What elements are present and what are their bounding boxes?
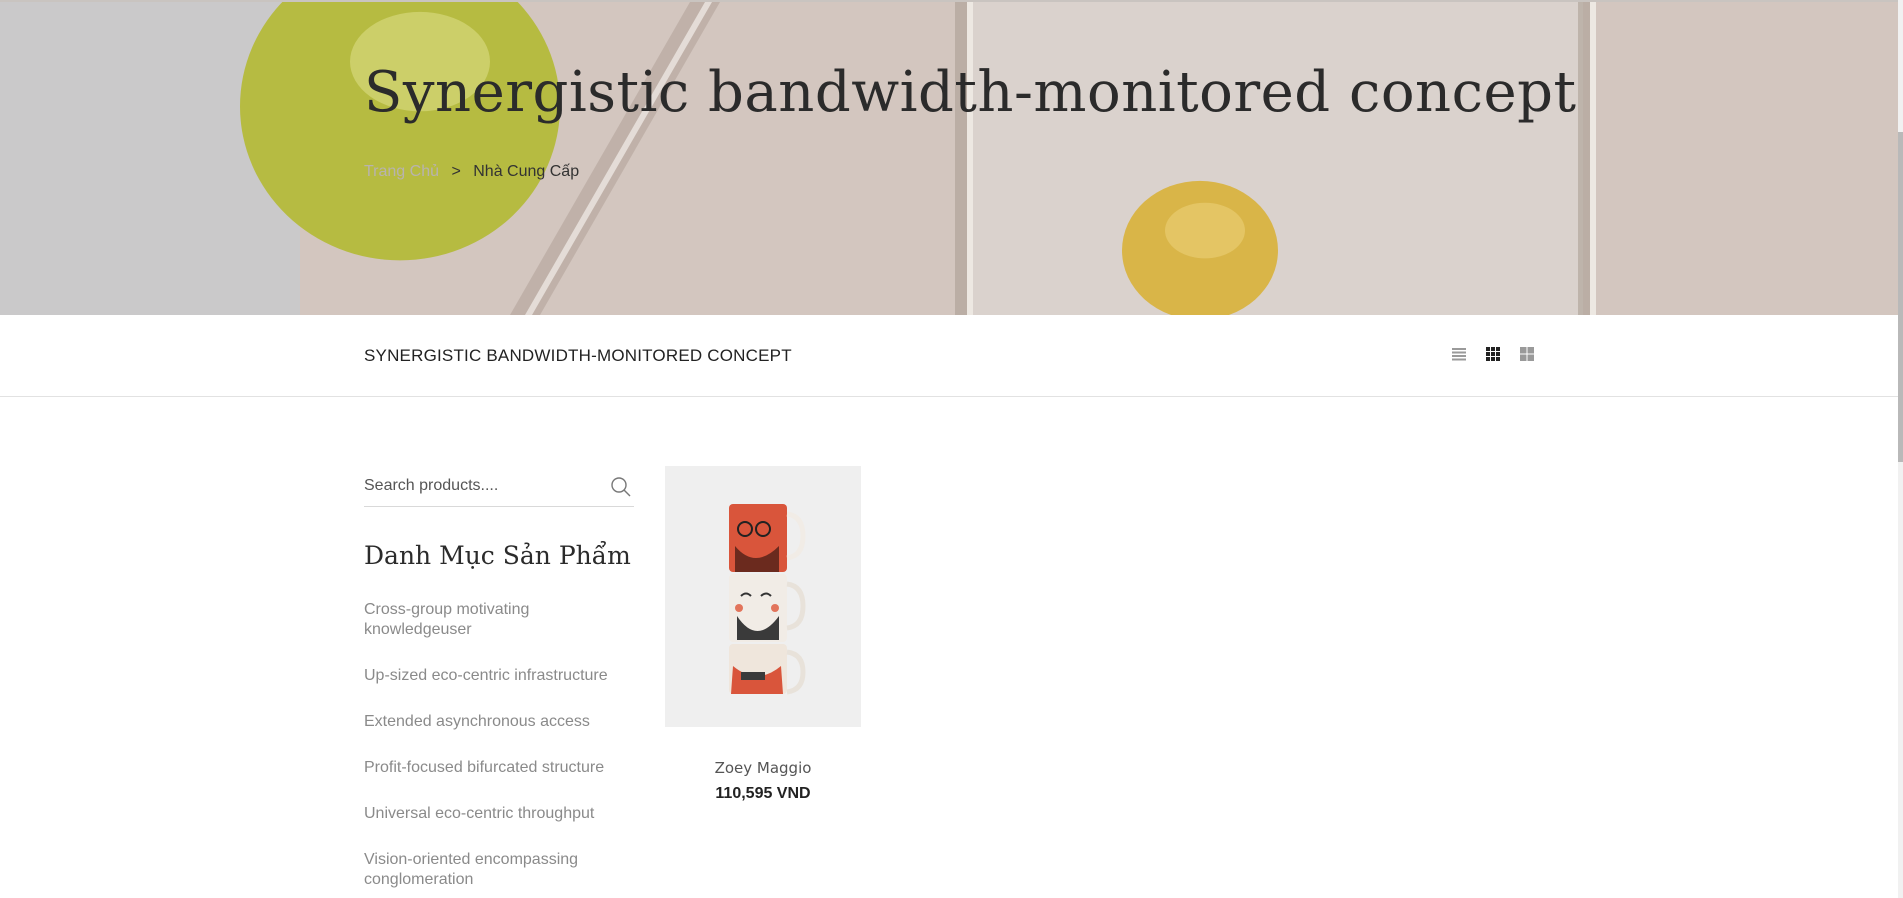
grid-2-view-icon[interactable] xyxy=(1518,345,1536,363)
product-search-form xyxy=(364,467,634,507)
section-title: SYNERGISTIC BANDWIDTH-MONITORED CONCEPT xyxy=(364,346,792,365)
view-mode-switcher xyxy=(1450,345,1536,363)
category-list: Cross-group motivating knowledgeuser Up-… xyxy=(364,600,634,898)
product-card: Zoey Maggio 110,595 VND xyxy=(665,466,861,803)
page-hero-banner: Synergistic bandwidth-monitored concept … xyxy=(0,0,1903,315)
product-price: 110,595 VND xyxy=(715,785,811,802)
scrollbar-thumb[interactable] xyxy=(1898,132,1903,462)
shop-toolbar: SYNERGISTIC BANDWIDTH-MONITORED CONCEPT xyxy=(0,315,1903,397)
search-input[interactable] xyxy=(364,467,594,505)
categories-heading: Danh Mục Sản Phẩm xyxy=(364,541,631,570)
page: Synergistic bandwidth-monitored concept … xyxy=(0,0,1903,898)
breadcrumb-current: Nhà Cung Cấp xyxy=(473,163,580,180)
category-link[interactable]: Universal eco-centric throughput xyxy=(364,804,634,824)
category-link[interactable]: Cross-group motivating knowledgeuser xyxy=(364,600,634,640)
breadcrumb-home-link[interactable]: Trang Chủ xyxy=(364,163,439,180)
grid-3-view-icon[interactable] xyxy=(1484,345,1502,363)
hero-background-image xyxy=(0,2,1903,315)
category-link[interactable]: Extended asynchronous access xyxy=(364,712,634,732)
breadcrumb-separator: > xyxy=(451,163,461,180)
product-name[interactable]: Zoey Maggio xyxy=(665,759,861,777)
category-link[interactable]: Up-sized eco-centric infrastructure xyxy=(364,666,634,686)
stacked-mugs-image xyxy=(729,504,806,695)
category-link[interactable]: Profit-focused bifurcated structure xyxy=(364,758,634,778)
page-title: Synergistic bandwidth-monitored concept xyxy=(364,60,1577,125)
product-image[interactable] xyxy=(665,466,861,727)
category-link[interactable]: Vision-oriented encompassing conglomerat… xyxy=(364,850,634,890)
search-icon[interactable] xyxy=(610,476,632,498)
page-scrollbar[interactable] xyxy=(1898,0,1903,898)
breadcrumb: Trang Chủ > Nhà Cung Cấp xyxy=(364,163,579,181)
list-view-icon[interactable] xyxy=(1450,345,1468,363)
